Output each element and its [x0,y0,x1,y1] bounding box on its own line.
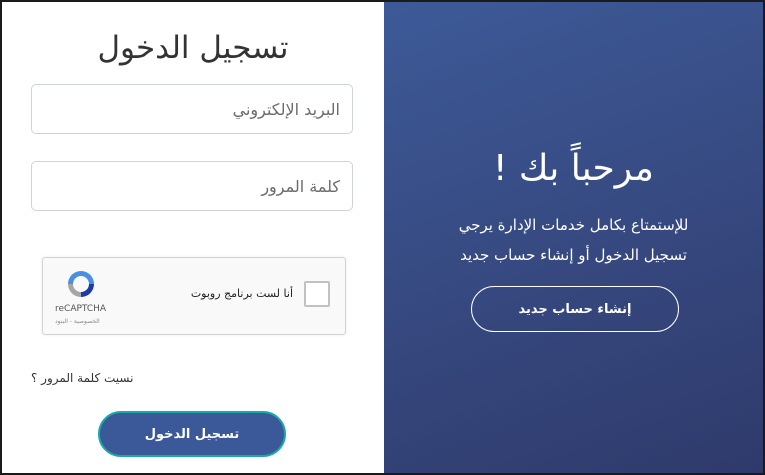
recaptcha-label: أنا لست برنامج روبوت [190,287,293,300]
page-title: تسجيل الدخول [97,30,289,66]
welcome-panel: مرحباً بك ! للإستمتاع بكامل خدمات الإدار… [384,2,763,473]
create-account-button[interactable]: إنشاء حساب جديد [471,286,679,332]
recaptcha-terms[interactable]: الخصوصية - البنود [55,318,100,325]
welcome-message-line-1: للإستمتاع بكامل خدمات الإدارة يرجي [458,216,689,234]
login-window: تسجيل الدخول أنا لست برنامج روبوت reCAPT… [0,0,765,475]
recaptcha-brand: reCAPTCHA [55,304,107,314]
login-panel: تسجيل الدخول أنا لست برنامج روبوت reCAPT… [2,2,384,473]
welcome-message-line-2: تسجيل الدخول أو إنشاء حساب جديد [460,246,687,264]
recaptcha-checkbox[interactable] [304,281,330,307]
email-field[interactable] [31,84,353,134]
forgot-password-link[interactable]: نسيت كلمة المرور ؟ [31,371,133,385]
login-button[interactable]: تسجيل الدخول [98,411,286,457]
welcome-heading: مرحباً بك ! [493,148,654,189]
password-field[interactable] [31,161,353,211]
recaptcha-widget: أنا لست برنامج روبوت reCAPTCHA الخصوصية … [42,257,346,335]
recaptcha-logo-icon [68,271,94,297]
